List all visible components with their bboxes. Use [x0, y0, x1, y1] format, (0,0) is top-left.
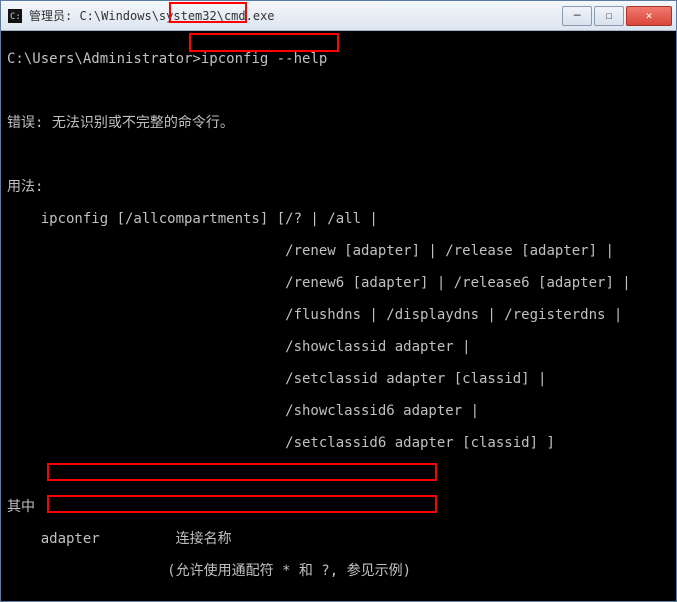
- usage-line: /flushdns | /displaydns | /registerdns |: [7, 307, 670, 323]
- where-label: 其中: [7, 499, 670, 515]
- cmd-icon: C:: [7, 8, 23, 24]
- error-line: 错误: 无法识别或不完整的命令行。: [7, 115, 670, 131]
- prompt-line: C:\Users\Administrator>ipconfig --help: [7, 51, 670, 67]
- titlebar[interactable]: C: 管理员: C:\Windows\system32\cmd.exe ─ ☐ …: [1, 1, 676, 31]
- usage-line: /renew [adapter] | /release [adapter] |: [7, 243, 670, 259]
- blank: [7, 467, 670, 483]
- terminal-output[interactable]: C:\Users\Administrator>ipconfig --help 错…: [1, 31, 676, 601]
- adapter-line: adapter 连接名称: [7, 531, 670, 547]
- blank: [7, 595, 670, 601]
- usage-label: 用法:: [7, 179, 670, 195]
- title-exe: cmd.exe: [224, 9, 275, 23]
- minimize-button[interactable]: ─: [562, 6, 592, 26]
- blank: [7, 147, 670, 163]
- prompt-command: ipconfig --help: [201, 51, 327, 67]
- cmd-window: C: 管理员: C:\Windows\system32\cmd.exe ─ ☐ …: [0, 0, 677, 602]
- usage-line: /setclassid6 adapter [classid] ]: [7, 435, 670, 451]
- title-prefix: 管理员: C:\Windows\system32\: [29, 7, 224, 24]
- close-button[interactable]: ✕: [626, 6, 672, 26]
- usage-line: /renew6 [adapter] | /release6 [adapter] …: [7, 275, 670, 291]
- prompt-path: C:\Users\Administrator>: [7, 51, 201, 67]
- usage-line: /showclassid adapter |: [7, 339, 670, 355]
- svg-text:C:: C:: [10, 12, 21, 22]
- adapter-line: (允许使用通配符 * 和 ?, 参见示例): [7, 563, 670, 579]
- usage-line: ipconfig [/allcompartments] [/? | /all |: [7, 211, 670, 227]
- usage-line: /setclassid adapter [classid] |: [7, 371, 670, 387]
- window-controls: ─ ☐ ✕: [562, 6, 672, 26]
- blank: [7, 83, 670, 99]
- maximize-button[interactable]: ☐: [594, 6, 624, 26]
- usage-line: /showclassid6 adapter |: [7, 403, 670, 419]
